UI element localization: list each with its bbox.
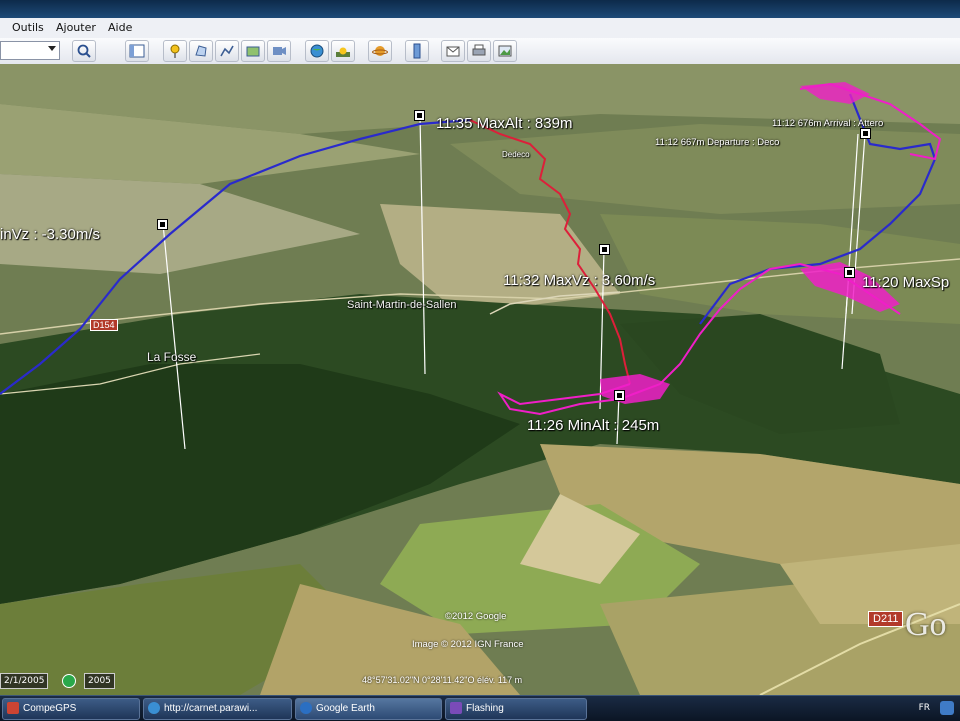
- taskbar-item-flashing[interactable]: Flashing: [445, 698, 587, 720]
- language-indicator[interactable]: FR: [919, 698, 930, 718]
- coordinates-readout: 48°57'31.02"N 0°28'11.42"O élév. 117 m: [362, 675, 523, 685]
- sidebar-icon: [129, 44, 145, 58]
- taskbar-item-browser[interactable]: http://carnet.parawi...: [143, 698, 292, 720]
- track-label-departure: 11:12 667m Departure : Deco: [655, 137, 780, 148]
- menu-add[interactable]: Ajouter: [56, 21, 96, 34]
- clock-icon[interactable]: [62, 674, 76, 688]
- track-label-arrival: 11:12 676m Arrival : Attero: [772, 118, 884, 129]
- track-label-min-alt: 11:26 MinAlt : 245m: [527, 417, 660, 434]
- chevron-down-icon[interactable]: [48, 46, 56, 51]
- road-label-d154: D154: [90, 319, 118, 331]
- tour-icon: [273, 47, 286, 55]
- place-label-saint-martin[interactable]: Saint-Martin-de-Sallen: [347, 299, 456, 311]
- waypoint-marker-min-alt[interactable]: [614, 390, 625, 401]
- menu-tools[interactable]: Outils: [12, 21, 44, 34]
- globe-icon: [310, 44, 324, 58]
- window-title-bar: [0, 0, 960, 18]
- track-label-small: Dedeco: [502, 150, 530, 159]
- track-label-max-alt: 11:35 MaxAlt : 839m: [436, 115, 573, 132]
- search-icon: [77, 44, 91, 58]
- place-label-la-fosse[interactable]: La Fosse: [147, 350, 196, 364]
- browser-icon: [148, 702, 160, 715]
- track-label-min-vz: inVz : -3.30m/s: [0, 226, 101, 243]
- taskbar: CompeGPS http://carnet.parawi... Google …: [0, 695, 960, 721]
- credit-google: ©2012 Google: [445, 611, 507, 622]
- historical-imagery-button[interactable]: [305, 40, 329, 62]
- record-tour-button[interactable]: [267, 40, 291, 62]
- waypoint-marker-max-alt[interactable]: [414, 110, 425, 121]
- sunlight-icon: [336, 47, 350, 57]
- terrain-imagery: [0, 64, 960, 695]
- polygon-icon: [195, 45, 207, 57]
- credit-imagery: Image © 2012 IGN France: [412, 639, 524, 650]
- planet-icon: [372, 46, 388, 56]
- print-icon: [472, 44, 486, 56]
- earth-viewport[interactable]: inVz : -3.30m/s 11:35 MaxAlt : 839m 11:3…: [0, 64, 960, 695]
- waypoint-marker-max-vz[interactable]: [599, 244, 610, 255]
- taskbar-item-label: CompeGPS: [23, 703, 77, 714]
- add-path-button[interactable]: [215, 40, 239, 62]
- waypoint-marker-min-vz[interactable]: [157, 219, 168, 230]
- sidebar-button[interactable]: [125, 40, 149, 62]
- sunlight-button[interactable]: [331, 40, 355, 62]
- globe-icon: [300, 702, 312, 715]
- image-icon: [498, 45, 512, 57]
- search-button[interactable]: [72, 40, 96, 62]
- app-icon: [7, 702, 19, 715]
- ruler-button[interactable]: [405, 40, 429, 62]
- road-label-d211: D211: [868, 611, 904, 627]
- overlay-icon: [246, 46, 260, 57]
- app-icon: [450, 702, 462, 715]
- taskbar-item-label: Flashing: [466, 703, 504, 714]
- search-input[interactable]: [0, 41, 60, 60]
- tray-icon[interactable]: [940, 701, 954, 715]
- track-label-max-speed: 11:20 MaxSp: [862, 274, 950, 291]
- track-label-max-vz: 11:32 MaxVz : 3.60m/s: [503, 272, 656, 289]
- taskbar-item-compegps[interactable]: CompeGPS: [2, 698, 140, 720]
- menu-help[interactable]: Aide: [108, 21, 132, 34]
- add-overlay-button[interactable]: [241, 40, 265, 62]
- print-button[interactable]: [467, 40, 491, 62]
- email-button[interactable]: [441, 40, 465, 62]
- timeline-start-date: 2/1/2005: [0, 673, 49, 689]
- timeline-end-date: 2005: [84, 673, 115, 689]
- switch-planet-button[interactable]: [368, 40, 392, 62]
- taskbar-item-label: http://carnet.parawi...: [164, 703, 258, 714]
- menu-bar: Outils Ajouter Aide: [0, 18, 960, 39]
- waypoint-marker-departure[interactable]: [860, 128, 871, 139]
- email-icon: [446, 46, 460, 57]
- taskbar-item-label: Google Earth: [316, 703, 375, 714]
- add-polygon-button[interactable]: [189, 40, 213, 62]
- waypoint-marker-max-speed[interactable]: [844, 267, 855, 278]
- toolbar: [0, 38, 960, 65]
- status-bar: 2/1/2005 2005 48°57'31.02"N 0°28'11.42"O…: [0, 673, 960, 691]
- ruler-icon: [413, 43, 421, 59]
- taskbar-item-google-earth[interactable]: Google Earth: [295, 698, 442, 720]
- save-image-button[interactable]: [493, 40, 517, 62]
- path-icon: [220, 45, 234, 57]
- add-placemark-button[interactable]: [163, 40, 187, 62]
- placemark-icon: [170, 44, 180, 58]
- google-logo: Go: [905, 606, 947, 643]
